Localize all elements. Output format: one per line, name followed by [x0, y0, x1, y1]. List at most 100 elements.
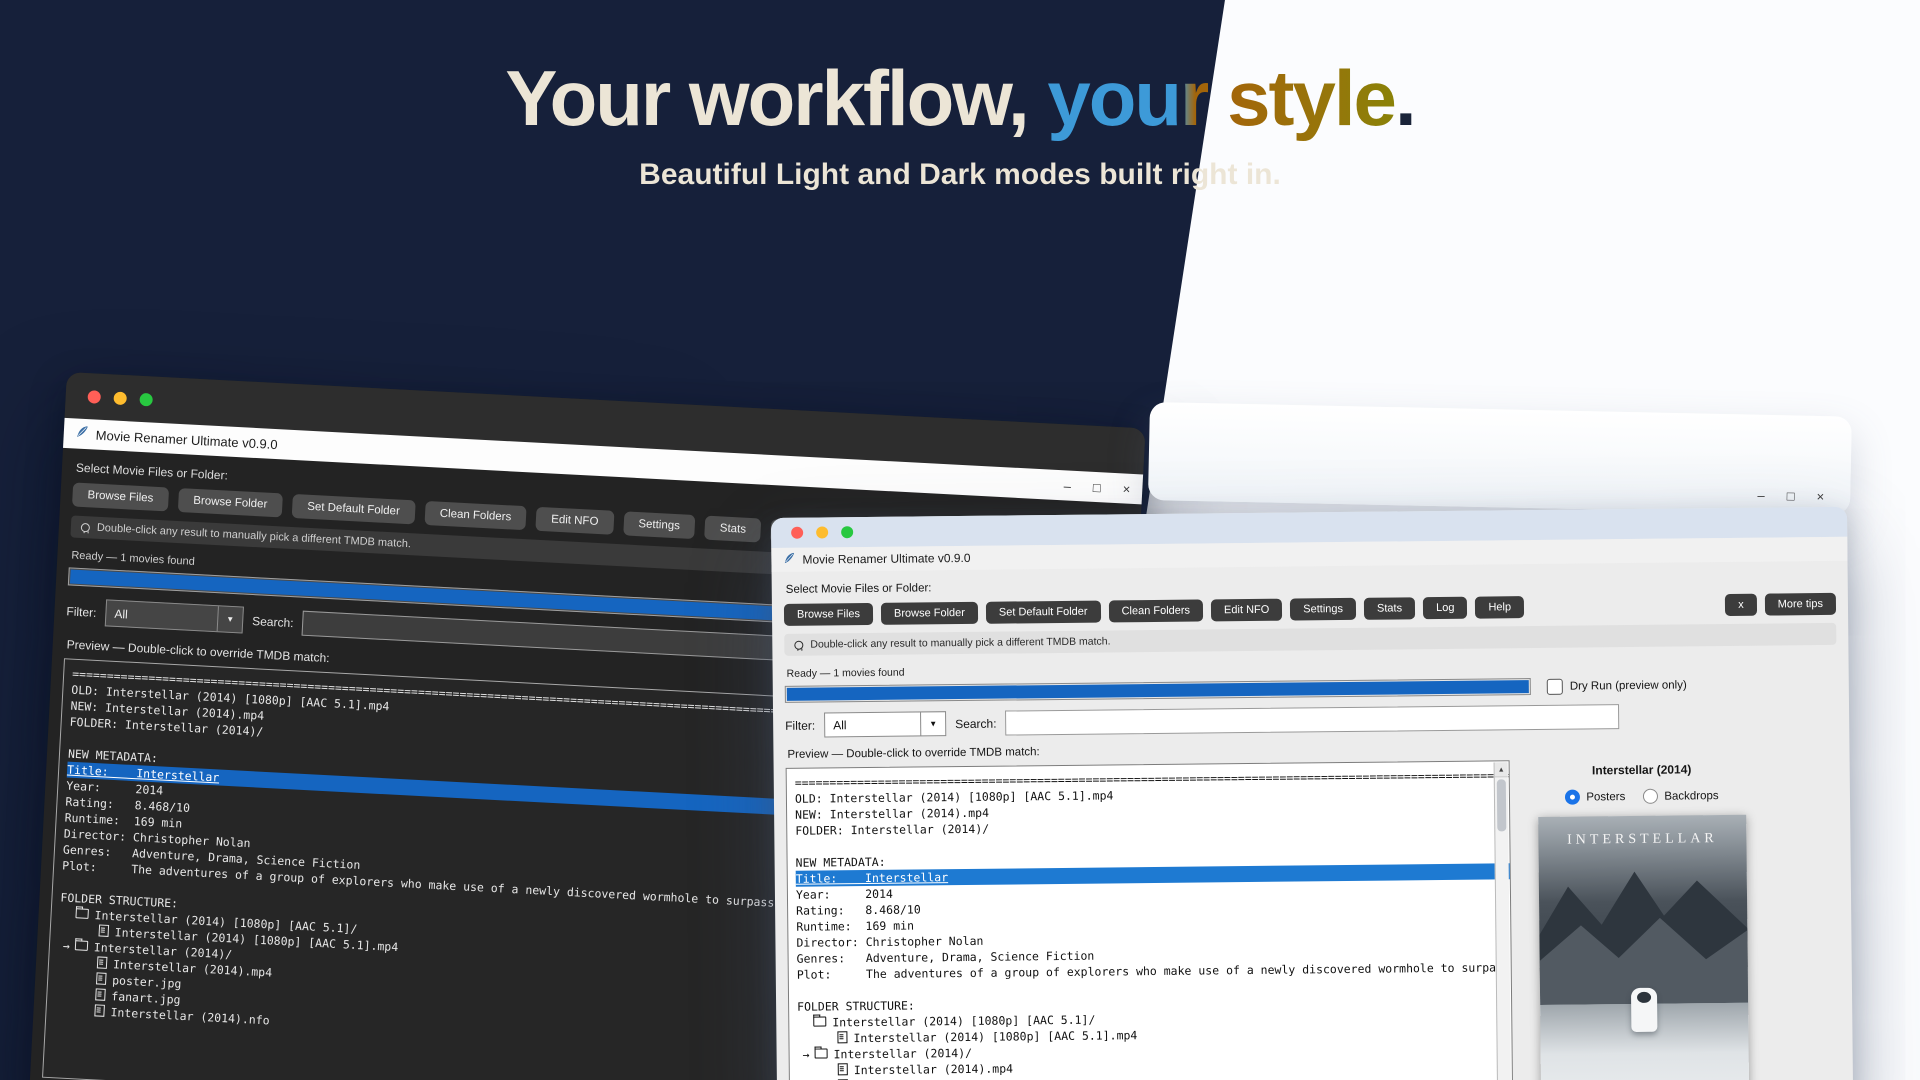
- dry-run-toggle[interactable]: Dry Run (preview only): [1547, 677, 1687, 694]
- filter-value: All: [833, 718, 846, 732]
- mac-minimize-icon[interactable]: [816, 526, 828, 538]
- toolbar-button-browse-files[interactable]: Browse Files: [784, 603, 873, 626]
- search-label: Search:: [955, 716, 997, 730]
- chevron-down-icon: ▼: [217, 606, 243, 632]
- tip-bar: Double-click any result to manually pick…: [784, 623, 1836, 656]
- toolbar-button-browse-folder[interactable]: Browse Folder: [881, 602, 978, 625]
- app-feather-icon: [783, 551, 795, 569]
- window-controls: – □ ×: [1063, 478, 1130, 496]
- search-label: Search:: [252, 614, 294, 630]
- lightbulb-icon: [81, 522, 90, 531]
- window-title: Movie Renamer Ultimate v0.9.0: [802, 551, 970, 567]
- filter-label: Filter:: [785, 718, 815, 732]
- toolbar-button-stats[interactable]: Stats: [1364, 597, 1415, 620]
- tip-dismiss-button[interactable]: x: [1725, 594, 1757, 616]
- minimize-button[interactable]: –: [1757, 488, 1765, 503]
- arrow-icon: →: [803, 1048, 810, 1062]
- toolbar-button-edit-nfo[interactable]: Edit NFO: [1211, 599, 1282, 622]
- tip-text: Double-click any result to manually pick…: [810, 635, 1110, 650]
- mac-zoom-icon[interactable]: [841, 526, 853, 538]
- toolbar-right: x More tips: [1725, 593, 1836, 616]
- title-word-your: your: [1047, 54, 1208, 142]
- progress-fill: [787, 680, 1529, 701]
- filter-dropdown[interactable]: All ▼: [105, 599, 244, 633]
- file-icon: [95, 988, 106, 1001]
- title-period: .: [1395, 54, 1415, 142]
- preview-label: Preview — Double-click to override TMDB …: [787, 738, 1835, 761]
- toolbar-button-edit-nfo[interactable]: Edit NFO: [536, 507, 614, 535]
- preview-pane[interactable]: ========================================…: [42, 658, 885, 1080]
- poster-caption: Interstellar (2014): [1592, 762, 1692, 777]
- more-tips-button[interactable]: More tips: [1765, 593, 1836, 616]
- search-input[interactable]: [1005, 704, 1619, 735]
- mac-minimize-icon[interactable]: [113, 391, 127, 405]
- poster-title: INTERSTELLAR: [1538, 831, 1746, 849]
- close-button[interactable]: ×: [1816, 489, 1824, 504]
- lightbulb-icon: [794, 640, 803, 649]
- file-icon: [97, 956, 108, 969]
- select-files-label: Select Movie Files or Folder:: [786, 573, 1836, 596]
- toolbar-button-clean-folders[interactable]: Clean Folders: [424, 501, 527, 530]
- toolbar-button-clean-folders[interactable]: Clean Folders: [1108, 599, 1203, 622]
- minimize-button[interactable]: –: [1063, 478, 1071, 493]
- folder-icon: [814, 1048, 827, 1058]
- folder-icon: [75, 940, 89, 951]
- scrollbar-thumb[interactable]: [1497, 779, 1507, 831]
- file-icon: [99, 924, 110, 937]
- title-word-style: style: [1227, 54, 1395, 142]
- file-name: Interstellar (2014) [1080p] [AAC 5.1]/: [832, 1013, 1095, 1030]
- maximize-button[interactable]: □: [1787, 488, 1795, 503]
- toolbar-button-browse-folder[interactable]: Browse Folder: [178, 488, 283, 517]
- filter-dropdown[interactable]: All ▼: [824, 711, 946, 737]
- dry-run-checkbox[interactable]: [1547, 678, 1563, 694]
- file-icon: [838, 1063, 848, 1075]
- toolbar-button-settings[interactable]: Settings: [623, 511, 696, 539]
- toolbar-button-stats[interactable]: Stats: [704, 516, 761, 543]
- toolbar-buttons: Browse Files Browse Folder Set Default Fol…: [784, 596, 1524, 626]
- close-button[interactable]: ×: [1122, 481, 1130, 496]
- arrow-icon: →: [63, 939, 71, 953]
- mac-close-icon[interactable]: [791, 527, 803, 539]
- toolbar-button-set-default-folder[interactable]: Set Default Folder: [986, 601, 1101, 624]
- preview-area: ========================================…: [786, 757, 1842, 1080]
- preview-pane[interactable]: ========================================…: [786, 760, 1514, 1080]
- folder-icon: [75, 908, 89, 919]
- window-controls: – □ ×: [1757, 488, 1824, 504]
- posters-radio[interactable]: Posters: [1565, 789, 1625, 805]
- astronaut-helmet: [1637, 992, 1651, 1003]
- artwork-radios: Posters Backdrops: [1565, 788, 1718, 805]
- filter-label: Filter:: [66, 604, 97, 620]
- window-title: Movie Renamer Ultimate v0.9.0: [95, 427, 278, 452]
- toolbar-button-set-default-folder[interactable]: Set Default Folder: [292, 494, 416, 524]
- folder-icon: [813, 1016, 826, 1026]
- tip-text: Double-click any result to manually pick…: [97, 522, 412, 550]
- hero-text-block: Your workflow, yourstyle. Beautiful Ligh…: [0, 58, 1920, 192]
- file-icon: [96, 972, 107, 985]
- scroll-up-icon[interactable]: ▲: [1495, 762, 1508, 777]
- file-name: Interstellar (2014).mp4: [854, 1061, 1013, 1077]
- hero-section: Your workflow, yourstyle. Beautiful Ligh…: [0, 0, 1920, 1080]
- posters-radio-label: Posters: [1586, 791, 1625, 803]
- progress-row: Dry Run (preview only): [785, 675, 1837, 703]
- toolbar-button-help[interactable]: Help: [1475, 596, 1524, 619]
- mac-zoom-icon[interactable]: [139, 392, 153, 406]
- toolbar-button-settings[interactable]: Settings: [1290, 598, 1356, 621]
- toolbar-button-log[interactable]: Log: [1423, 597, 1468, 619]
- preview-lines: ========================================…: [46, 659, 884, 1065]
- background-window-card: – □ ×: [1148, 402, 1852, 515]
- toolbar-button-browse-files[interactable]: Browse Files: [72, 482, 169, 511]
- filter-row: Filter: All ▼ Search:: [785, 702, 1837, 738]
- radio-unselected-icon: [1643, 789, 1658, 804]
- radio-selected-icon: [1565, 790, 1580, 805]
- mac-close-icon[interactable]: [87, 390, 101, 404]
- backdrops-radio[interactable]: Backdrops: [1643, 788, 1718, 804]
- file-name: Interstellar (2014)/: [833, 1046, 972, 1061]
- page-title: Your workflow, yourstyle.: [0, 58, 1920, 140]
- filter-value: All: [114, 606, 128, 621]
- app-content: Select Movie Files or Folder: Browse Fil…: [772, 561, 1854, 1080]
- maximize-button[interactable]: □: [1093, 479, 1102, 494]
- dry-run-label: Dry Run (preview only): [1570, 679, 1687, 692]
- app-feather-icon: [75, 425, 89, 444]
- window-light-mode: Movie Renamer Ultimate v0.9.0 Select Mov…: [771, 507, 1853, 1080]
- poster-astronaut: [1631, 988, 1657, 1032]
